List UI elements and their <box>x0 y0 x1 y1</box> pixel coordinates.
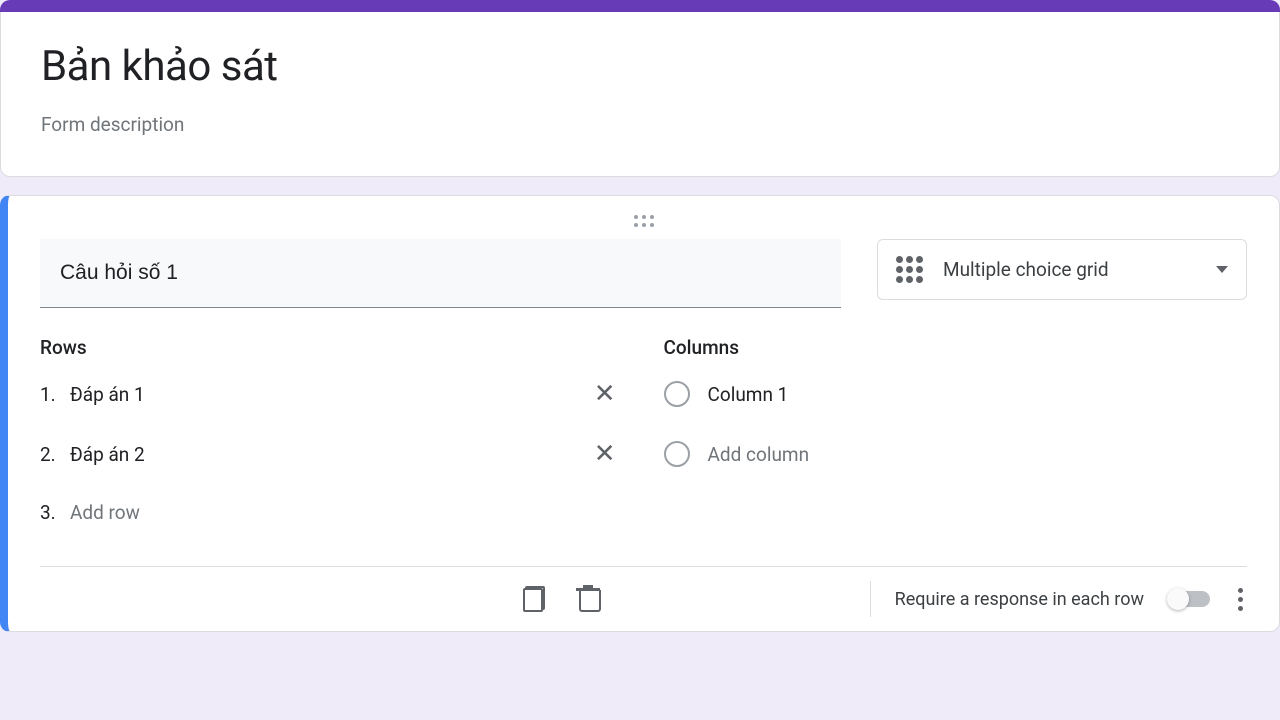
vertical-divider <box>870 581 871 617</box>
row-text-input[interactable]: Đáp án 1 <box>70 383 586 406</box>
column-item: Column 1 <box>664 381 1248 407</box>
row-number: 1. <box>40 383 70 406</box>
remove-row-button[interactable]: ✕ <box>586 381 624 407</box>
chevron-down-icon <box>1216 266 1228 273</box>
question-footer: Require a response in each row <box>8 567 1279 631</box>
rows-section-label: Rows <box>40 336 624 359</box>
radio-icon <box>664 381 690 407</box>
question-type-selector[interactable]: Multiple choice grid <box>877 239 1247 300</box>
question-type-label: Multiple choice grid <box>943 258 1196 281</box>
form-header-card: Bản khảo sát Form description <box>0 12 1280 177</box>
duplicate-button[interactable] <box>520 585 548 613</box>
add-column-item[interactable]: Add column <box>664 441 1248 467</box>
column-text-input[interactable]: Column 1 <box>708 383 789 406</box>
row-item: 2. Đáp án 2 ✕ <box>40 441 624 467</box>
drag-icon <box>634 215 654 227</box>
question-card: Multiple choice grid Rows 1. Đáp án 1 ✕ … <box>0 195 1280 632</box>
grid-icon <box>896 256 923 283</box>
row-number: 3. <box>40 501 70 524</box>
drag-handle[interactable] <box>8 196 1279 231</box>
form-title[interactable]: Bản khảo sát <box>41 42 1239 91</box>
question-text-input[interactable] <box>40 239 841 308</box>
require-response-label: Require a response in each row <box>895 589 1144 610</box>
copy-icon <box>523 586 545 612</box>
add-column-placeholder: Add column <box>708 443 810 466</box>
remove-row-button[interactable]: ✕ <box>586 441 624 467</box>
delete-button[interactable] <box>576 585 604 613</box>
add-row-item[interactable]: 3. Add row <box>40 501 624 524</box>
row-text-input[interactable]: Đáp án 2 <box>70 443 586 466</box>
add-row-placeholder: Add row <box>70 501 624 524</box>
row-number: 2. <box>40 443 70 466</box>
require-response-toggle[interactable] <box>1168 591 1210 607</box>
more-options-button[interactable] <box>1234 584 1247 615</box>
form-accent-bar <box>0 0 1280 12</box>
columns-section-label: Columns <box>664 336 1248 359</box>
form-description-placeholder[interactable]: Form description <box>41 113 1239 136</box>
radio-icon <box>664 441 690 467</box>
row-item: 1. Đáp án 1 ✕ <box>40 381 624 407</box>
trash-icon <box>579 586 601 612</box>
